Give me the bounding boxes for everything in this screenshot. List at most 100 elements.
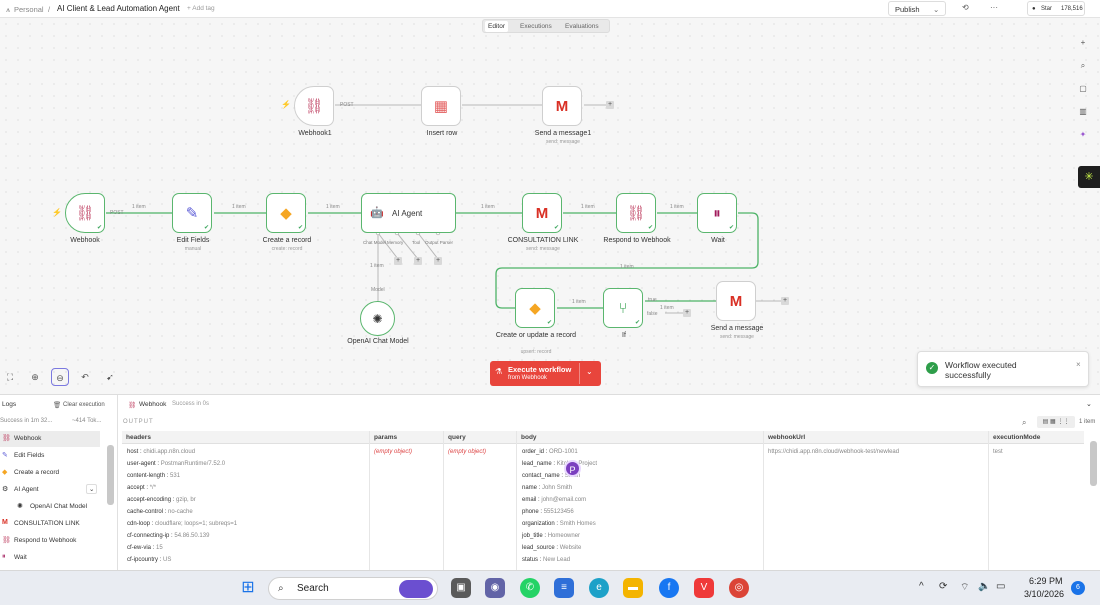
- close-icon[interactable]: ×: [1076, 360, 1081, 369]
- add-parser-button[interactable]: +: [434, 257, 442, 265]
- clear-execution-button[interactable]: Clear execution: [63, 402, 105, 408]
- vivaldi-icon[interactable]: V: [694, 578, 714, 598]
- fit-view-icon[interactable]: ⛶: [1, 368, 19, 386]
- clock-date[interactable]: 3/10/2026: [1024, 589, 1064, 599]
- zoom-in-icon[interactable]: ⊕: [26, 368, 44, 386]
- undo-icon[interactable]: ↶: [76, 368, 94, 386]
- branch-false-label: false: [647, 311, 658, 317]
- node-consultation-link[interactable]: M ✔: [522, 193, 562, 233]
- task-view-icon[interactable]: ▣: [451, 578, 471, 598]
- openai-icon: ✺: [372, 311, 383, 326]
- node-respond-webhook[interactable]: ⛓ ✔: [616, 193, 656, 233]
- add-tool-button[interactable]: +: [414, 257, 422, 265]
- node-edit-fields[interactable]: ✎ ✔: [172, 193, 212, 233]
- chevron-up-icon[interactable]: ^: [919, 581, 924, 592]
- log-item-ai-agent[interactable]: ⚙ AI Agent ⌄: [0, 482, 100, 498]
- search-icon[interactable]: ⌕: [1075, 61, 1091, 77]
- log-item-consultation-link[interactable]: M CONSULTATION LINK: [0, 516, 100, 532]
- table-row: name : John Smith: [522, 485, 573, 491]
- node-ai-agent[interactable]: 🤖 AI Agent: [361, 193, 456, 233]
- log-item-edit-fields[interactable]: ✎ Edit Fields: [0, 448, 100, 464]
- add-node-button[interactable]: +: [683, 309, 691, 317]
- node-send-message[interactable]: M: [716, 281, 756, 321]
- node-send-message1[interactable]: M: [542, 86, 582, 126]
- notification-badge[interactable]: 6: [1071, 581, 1085, 595]
- log-item-wait[interactable]: ⏸ Wait: [0, 550, 100, 566]
- node-sublabel: manual: [184, 246, 202, 252]
- whatsapp-icon[interactable]: ✆: [520, 578, 540, 598]
- ai-sparkle-icon[interactable]: ✦: [1075, 130, 1091, 146]
- log-item-create-record[interactable]: ◆ Create a record: [0, 465, 100, 481]
- node-webhook[interactable]: ⛓ ✔: [65, 193, 105, 233]
- tidy-up-icon[interactable]: ➹: [101, 368, 119, 386]
- view-toggle[interactable]: ▤ ▦ ⋮⋮: [1037, 416, 1075, 428]
- node-wait[interactable]: ⏸ ✔: [697, 193, 737, 233]
- pause-icon: ⏸: [2, 553, 6, 560]
- branch-true-label: true: [648, 297, 657, 303]
- log-item-label: CONSULTATION LINK: [14, 520, 80, 527]
- assistant-icon[interactable]: ✳: [1078, 166, 1100, 188]
- node-create-record[interactable]: ◆ ✔: [266, 193, 306, 233]
- scrollbar[interactable]: [1090, 441, 1097, 486]
- sync-icon[interactable]: ⟳: [939, 581, 947, 592]
- chevron-down-icon[interactable]: ⌄: [86, 484, 98, 494]
- add-node-button[interactable]: +: [781, 297, 789, 305]
- node-insert-row[interactable]: ▦: [421, 86, 461, 126]
- logs-sidebar: Logs 🗑 Clear execution Success in 1m 32.…: [0, 395, 118, 571]
- table-row: accept : */*: [127, 485, 157, 491]
- openai-icon: ✺: [17, 503, 23, 510]
- log-item-webhook[interactable]: ⛓ Webhook: [0, 431, 100, 447]
- trash-icon[interactable]: 🗑: [53, 401, 61, 409]
- node-label: If: [622, 332, 626, 339]
- battery-icon[interactable]: ▭: [996, 581, 1005, 592]
- column-header: params: [370, 431, 443, 444]
- logs-panel: Logs 🗑 Clear execution Success in 1m 32.…: [0, 394, 1100, 571]
- chrome-icon[interactable]: ◎: [729, 578, 749, 598]
- taskbar-search[interactable]: ⌕ Search: [268, 577, 438, 600]
- edge-label: 1 item: [572, 299, 586, 305]
- node-sublabel: send: message: [720, 334, 754, 340]
- edge-icon[interactable]: e: [589, 578, 609, 598]
- volume-icon[interactable]: 🔈: [978, 581, 990, 592]
- file-explorer-icon[interactable]: ▬: [623, 578, 643, 598]
- node-webhook1[interactable]: ⛓: [294, 86, 334, 126]
- column-query: query (empty object): [444, 431, 517, 571]
- gmail-icon: M: [555, 97, 569, 115]
- search-icon[interactable]: ⌕: [1022, 418, 1026, 428]
- scrollbar[interactable]: [107, 445, 114, 505]
- node-if[interactable]: ⑂ ✔: [603, 288, 643, 328]
- add-memory-button[interactable]: +: [394, 257, 402, 265]
- log-item-respond[interactable]: ⛓ Respond to Webhook: [0, 533, 100, 549]
- edge-label: 1 item: [660, 305, 674, 311]
- edge-label: 1 item: [581, 204, 595, 210]
- add-node-icon[interactable]: +: [1075, 38, 1091, 54]
- column-webhookurl: webhookUrl https://chidi.app.n8n.cloud/w…: [764, 431, 989, 571]
- chevron-down-icon[interactable]: ⌄: [1086, 400, 1092, 408]
- sticky-note-icon[interactable]: ▢: [1075, 84, 1091, 100]
- windows-start-icon[interactable]: ⊞: [238, 578, 258, 598]
- zoom-out-icon[interactable]: ⊖: [51, 368, 69, 386]
- port-tool: Tool: [412, 240, 421, 245]
- log-item-label: OpenAI Chat Model: [30, 503, 88, 510]
- table-row: cf-connecting-ip : 54.86.50.139: [127, 533, 210, 539]
- clock-time[interactable]: 6:29 PM: [1029, 576, 1063, 586]
- add-node-button[interactable]: +: [606, 101, 614, 109]
- trigger-bolt-icon: ⚡: [281, 100, 291, 109]
- trigger-bolt-icon: ⚡: [52, 208, 62, 217]
- column-headers: headers host : chidi.app.n8n.cloud user-…: [122, 431, 370, 571]
- explorer-icon[interactable]: ≡: [554, 578, 574, 598]
- teams-icon[interactable]: ◉: [485, 578, 505, 598]
- wifi-icon[interactable]: ⌔: [960, 581, 969, 594]
- node-create-update-record[interactable]: ◆ ✔: [515, 288, 555, 328]
- execute-workflow-button[interactable]: ⚗ Execute workflow from Webhook ⌄: [490, 361, 601, 386]
- templates-icon[interactable]: ▥: [1075, 107, 1091, 123]
- items-count: 1 item: [1079, 419, 1096, 425]
- table-row: organization : Smith Homes: [522, 521, 596, 527]
- log-item-label: Wait: [14, 554, 27, 561]
- node-openai-chat-model[interactable]: ✺: [360, 301, 395, 336]
- table-icon: ▦: [433, 98, 449, 115]
- facebook-icon[interactable]: f: [659, 578, 679, 598]
- log-item-openai[interactable]: ✺ OpenAI Chat Model: [0, 499, 100, 515]
- table-row: status : New Lead: [522, 557, 571, 563]
- chevron-down-icon[interactable]: ⌄: [586, 367, 593, 376]
